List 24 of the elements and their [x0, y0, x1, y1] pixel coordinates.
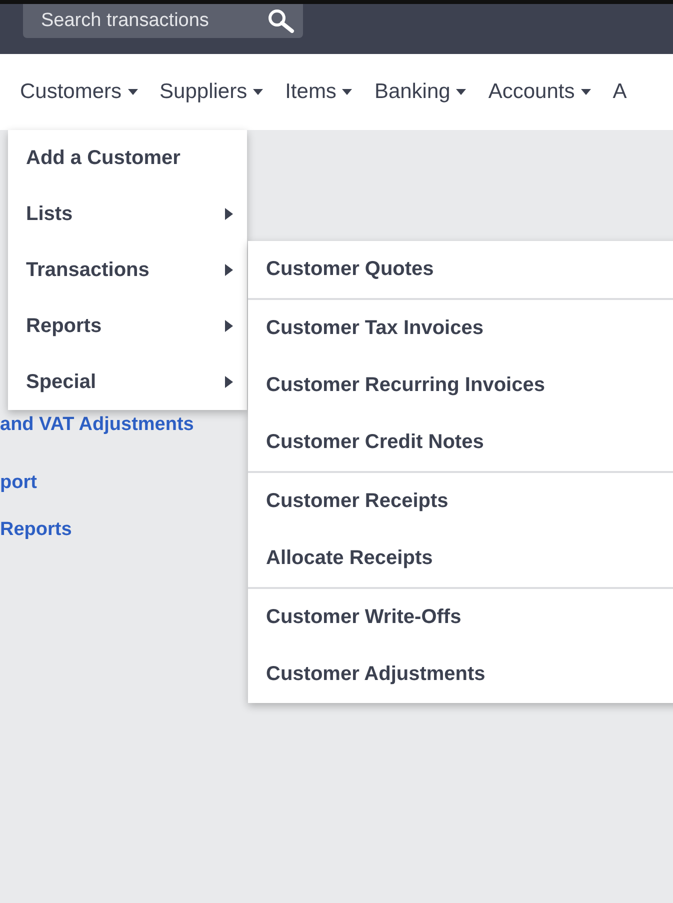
menu-item[interactable]: Customer Recurring Invoices — [248, 357, 673, 414]
menu-item[interactable]: Customer Receipts — [248, 473, 673, 530]
menu-item[interactable]: Customer Tax Invoices — [248, 300, 673, 357]
search-field[interactable]: Search transactions — [23, 4, 303, 38]
link[interactable]: Reports — [0, 518, 194, 542]
menu-item[interactable]: Reports — [8, 298, 247, 354]
menu-item[interactable]: Customer Write-Offs — [248, 589, 673, 646]
nav-menu-item[interactable]: Banking — [374, 80, 466, 104]
menu-item[interactable]: Lists — [8, 186, 247, 242]
nav-menu-item[interactable]: Customers — [20, 80, 138, 104]
link[interactable]: and VAT Adjustments — [0, 413, 194, 437]
menu-item[interactable]: Add a Customer — [8, 130, 247, 186]
nav-menu-item[interactable]: Suppliers — [160, 80, 264, 104]
menu-item[interactable]: Customer Quotes — [248, 241, 673, 298]
menu-item[interactable]: Customer Credit Notes — [248, 414, 673, 471]
nav-menu-item[interactable]: A — [612, 80, 627, 104]
menu-item[interactable]: Allocate Receipts — [248, 530, 673, 587]
nav-menu-item[interactable]: Accounts — [488, 80, 591, 104]
search-icon — [267, 9, 295, 33]
menu-item[interactable]: Transactions — [8, 242, 247, 298]
menu-item[interactable]: Customer Adjustments — [248, 646, 673, 703]
menu-item[interactable]: Special — [8, 354, 247, 410]
nav-menu-item[interactable]: Items — [285, 80, 352, 104]
link[interactable]: port — [0, 471, 194, 495]
